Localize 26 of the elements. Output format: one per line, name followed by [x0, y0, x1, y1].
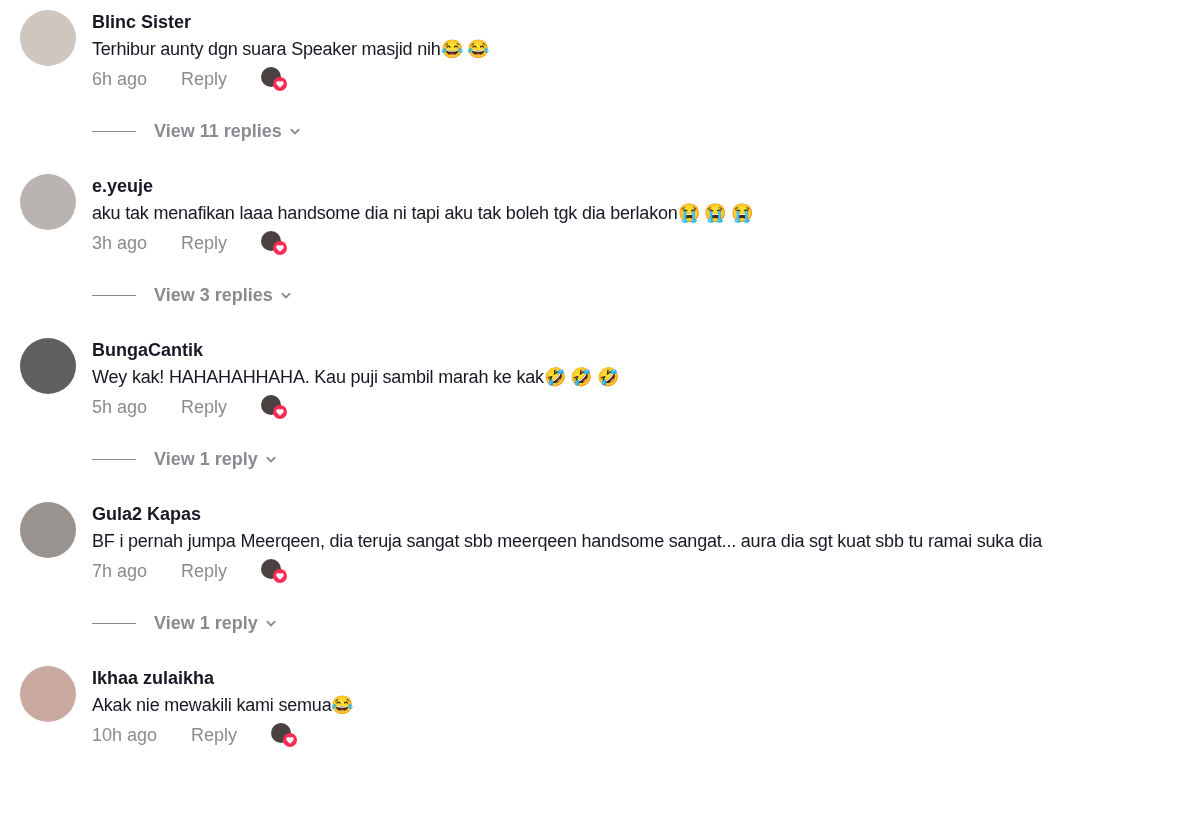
timestamp: 6h ago [92, 68, 148, 90]
view-replies-button[interactable]: View 3 replies [154, 284, 293, 306]
reply-button[interactable]: Reply [181, 396, 228, 418]
username[interactable]: Ikhaa zulaikha [92, 664, 354, 692]
comment-text: Terhibur aunty dgn suara Speaker masjid nih😂 😂 [92, 38, 489, 61]
username[interactable]: Gula2 Kapas [92, 500, 1043, 528]
username[interactable]: e.yeuje [92, 172, 753, 200]
reply-button[interactable]: Reply [181, 232, 228, 254]
view-replies-button[interactable]: View 11 replies [154, 120, 302, 142]
timestamp: 7h ago [92, 560, 148, 582]
timestamp: 3h ago [92, 232, 148, 254]
view-replies-button[interactable]: View 1 reply [154, 612, 278, 634]
timestamp: 10h ago [92, 724, 158, 746]
avatar-placeholder[interactable] [20, 502, 76, 558]
reply-button[interactable]: Reply [181, 560, 228, 582]
username[interactable]: BungaCantik [92, 336, 619, 364]
username[interactable]: Blinc Sister [92, 8, 489, 36]
timestamp: 5h ago [92, 396, 148, 418]
reply-button[interactable]: Reply [181, 68, 228, 90]
comment-text: Akak nie mewakili kami semua😂 [92, 694, 354, 717]
comment-text: Wey kak! HAHAHAHHAHA. Kau puji sambil marah ke kak🤣 🤣 🤣 [92, 366, 619, 389]
comment-text: aku tak menafikan laaa handsome dia ni tapi aku tak boleh tgk dia berlakon😭 😭 😭 [92, 202, 753, 225]
comment-text: BF i pernah jumpa Meerqeen, dia teruja sangat sbb meerqeen handsome sangat... aura dia sgt kuat sbb tu ramai suka dia [92, 530, 1043, 553]
view-replies-button[interactable]: View 1 reply [154, 448, 278, 470]
avatar-placeholder[interactable] [20, 338, 76, 394]
reply-button[interactable]: Reply [191, 724, 238, 746]
